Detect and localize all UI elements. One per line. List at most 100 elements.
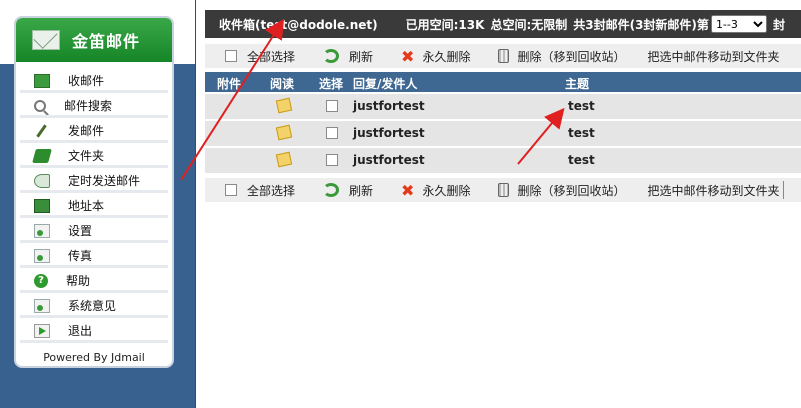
sidebar-item-feedback[interactable]: 系统意见 [16, 293, 172, 318]
mail-count: 共3封邮件(3封新邮件) [573, 17, 697, 32]
delete-icon: ✖ [401, 46, 415, 66]
sidebar-item-label: 设置 [68, 224, 93, 238]
unread-mail-icon [275, 124, 293, 141]
sidebar-item-label: 地址本 [68, 199, 105, 213]
delete-permanent-button-top[interactable]: ✖ 永久删除 [401, 47, 470, 66]
row-checkbox[interactable] [326, 100, 338, 112]
select-all-top[interactable]: 全部选择 [225, 48, 295, 65]
select-all-label: 全部选择 [247, 49, 296, 64]
toolbar-bottom: 全部选择 刷新 ✖ 永久删除 删除（移到回收站） 把选中邮件移动到文件夹 [205, 178, 801, 202]
total-space: 总空间:无限制 [490, 17, 568, 32]
sidebar-item-help[interactable]: ? 帮助 [16, 268, 172, 293]
delete-to-trash-label: 删除（移到回收站） [517, 49, 626, 64]
envelope-icon [32, 30, 60, 50]
delete-permanent-label: 永久删除 [422, 183, 471, 198]
table-row[interactable]: justfortest test [205, 94, 801, 119]
pane-divider [195, 0, 196, 408]
select-all-checkbox[interactable] [225, 184, 237, 196]
sidebar-item-label: 发邮件 [68, 124, 105, 138]
table-row[interactable]: justfortest test [205, 121, 801, 146]
search-icon [34, 99, 46, 112]
trash-icon [498, 49, 510, 63]
delete-to-trash-button-top[interactable]: 删除（移到回收站） [498, 48, 625, 65]
refresh-label: 刷新 [349, 49, 374, 64]
feedback-icon [34, 298, 50, 313]
row-subject[interactable]: test [568, 99, 595, 113]
settings-icon [34, 223, 50, 238]
delete-permanent-button-bottom[interactable]: ✖ 永久删除 [401, 181, 470, 200]
mailbox-title: 收件箱(test@dodole.net) [219, 17, 378, 32]
col-select: 选择 [319, 77, 344, 91]
sidebar-item-exit[interactable]: 退出 [16, 318, 172, 343]
refresh-button-top[interactable]: 刷新 [323, 48, 373, 65]
sidebar-item-label: 邮件搜索 [64, 99, 113, 113]
fax-icon [34, 248, 50, 263]
sidebar-item-fax[interactable]: 传真 [16, 243, 172, 268]
sidebar-item-label: 退出 [68, 324, 93, 338]
folder-icon [32, 148, 52, 163]
scheduled-send-icon [34, 173, 50, 188]
row-sender[interactable]: justfortest [353, 126, 425, 140]
row-sender[interactable]: justfortest [353, 99, 425, 113]
brand-title: 金笛邮件 [72, 32, 141, 51]
left-pane: 金笛邮件 收邮件 邮件搜索 发邮件 文件夹 定时发送邮件 地址本 设置 传真 ?… [0, 0, 196, 408]
brand-header: 金笛邮件 [16, 18, 172, 62]
unread-mail-icon [275, 97, 293, 114]
unread-mail-icon [275, 151, 293, 168]
sidebar-panel: 金笛邮件 收邮件 邮件搜索 发邮件 文件夹 定时发送邮件 地址本 设置 传真 ?… [14, 16, 174, 368]
sidebar-item-scheduled-send[interactable]: 定时发送邮件 [16, 168, 172, 193]
delete-to-trash-label: 删除（移到回收站） [517, 183, 626, 198]
mailbox-header: 收件箱(test@dodole.net) 已用空间:13K 总空间:无限制 共3… [205, 10, 801, 38]
sidebar-item-label: 帮助 [66, 274, 91, 288]
sidebar-item-inbox[interactable]: 收邮件 [16, 68, 172, 93]
sidebar-item-compose[interactable]: 发邮件 [16, 118, 172, 143]
page-prefix: 第 [696, 17, 709, 32]
row-sender[interactable]: justfortest [353, 153, 425, 167]
delete-icon: ✖ [401, 180, 415, 200]
refresh-button-bottom[interactable]: 刷新 [323, 182, 373, 199]
move-to-folder-label: 把选中邮件移动到文件夹 [647, 49, 780, 64]
sidebar-item-label: 传真 [68, 249, 93, 263]
sidebar-item-label: 文件夹 [68, 149, 105, 163]
sidebar-item-address-book[interactable]: 地址本 [16, 193, 172, 218]
row-subject[interactable]: test [568, 126, 595, 140]
sidebar-menu: 收邮件 邮件搜索 发邮件 文件夹 定时发送邮件 地址本 设置 传真 ? 帮助 系统… [16, 62, 172, 343]
sidebar-item-settings[interactable]: 设置 [16, 218, 172, 243]
folder-select[interactable] [783, 181, 787, 199]
page-range-select[interactable]: 1--3 [710, 15, 767, 33]
select-all-bottom[interactable]: 全部选择 [225, 182, 295, 199]
powered-by: Powered By Jdmail [43, 351, 145, 364]
help-icon: ? [34, 273, 48, 288]
exit-icon [34, 323, 50, 338]
select-all-label: 全部选择 [247, 183, 296, 198]
sidebar-item-search[interactable]: 邮件搜索 [16, 93, 172, 118]
delete-to-trash-button-bottom[interactable]: 删除（移到回收站） [498, 182, 625, 199]
used-space: 已用空间:13K [405, 17, 485, 32]
sidebar-item-folders[interactable]: 文件夹 [16, 143, 172, 168]
row-checkbox[interactable] [326, 154, 338, 166]
table-row[interactable]: justfortest test [205, 148, 801, 173]
move-to-folder-label: 把选中邮件移动到文件夹 [647, 183, 780, 198]
compose-icon [36, 123, 47, 138]
mail-table-header: 附件 阅读 选择 回复/发件人 主题 [205, 72, 801, 92]
sidebar-item-label: 系统意见 [68, 299, 117, 313]
col-sender: 回复/发件人 [353, 77, 418, 91]
trash-icon [498, 183, 510, 197]
sidebar-item-label: 定时发送邮件 [68, 174, 141, 188]
sidebar-item-label: 收邮件 [68, 74, 105, 88]
refresh-icon [323, 183, 340, 197]
row-checkbox[interactable] [326, 127, 338, 139]
address-book-icon [34, 198, 50, 213]
move-to-folder-top[interactable]: 把选中邮件移动到文件夹 [647, 48, 779, 65]
inbox-icon [34, 73, 50, 88]
row-subject[interactable]: test [568, 153, 595, 167]
refresh-label: 刷新 [349, 183, 374, 198]
col-attachment: 附件 [217, 77, 242, 91]
page-suffix: 封 [772, 17, 785, 32]
move-to-folder-bottom[interactable]: 把选中邮件移动到文件夹 [647, 181, 787, 199]
refresh-icon [323, 49, 340, 63]
select-all-checkbox[interactable] [225, 50, 237, 62]
col-subject: 主题 [565, 77, 590, 91]
col-read: 阅读 [270, 77, 295, 91]
delete-permanent-label: 永久删除 [422, 49, 471, 64]
